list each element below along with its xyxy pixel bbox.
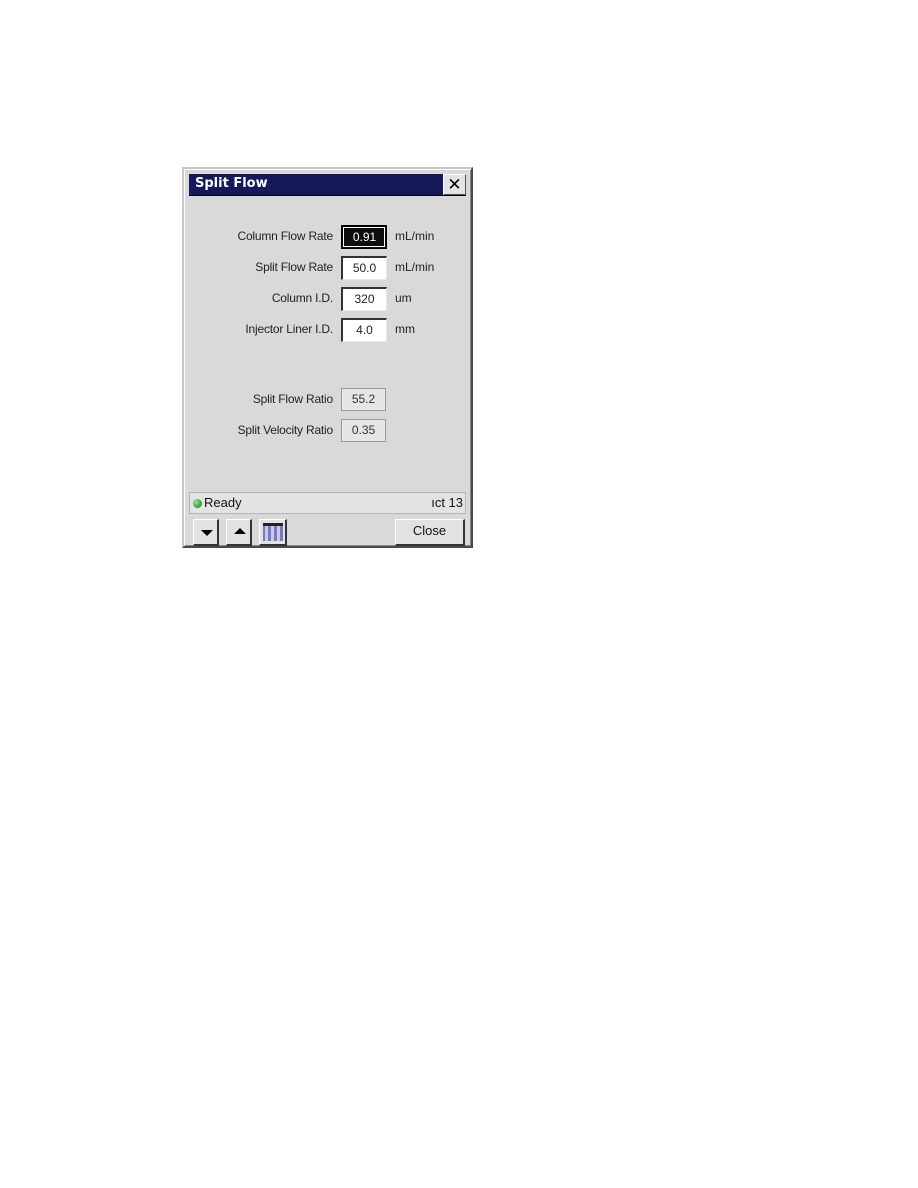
split-flow-ratio-value: 55.2 (341, 388, 386, 411)
scroll-down-button[interactable] (193, 519, 219, 546)
scroll-up-button[interactable] (226, 519, 252, 546)
arrow-up-icon (234, 528, 246, 534)
column-flow-rate-unit: mL/min (395, 229, 435, 243)
arrow-down-icon (201, 530, 213, 536)
column-id-unit: um (395, 291, 412, 305)
calculator-icon (263, 523, 283, 541)
column-id-field[interactable]: 320 (341, 287, 387, 311)
split-flow-dialog: Split Flow ✕ Column Flow Rate 0.91 mL/mi… (182, 167, 473, 548)
close-window-button[interactable]: ✕ (443, 174, 466, 195)
injector-liner-id-label: Injector Liner I.D. (245, 322, 333, 336)
injector-liner-id-unit: mm (395, 322, 415, 336)
close-icon: ✕ (447, 175, 462, 194)
split-flow-rate-row: Split Flow Rate 50.0 mL/min (184, 256, 471, 280)
column-flow-rate-field[interactable]: 0.91 (341, 225, 387, 249)
status-right-text: ıct 13 (431, 495, 463, 510)
column-flow-rate-row: Column Flow Rate 0.91 mL/min (184, 225, 471, 249)
status-indicator-icon (193, 499, 202, 508)
split-flow-rate-unit: mL/min (395, 260, 435, 274)
close-button-label: Close (412, 523, 447, 538)
injector-liner-id-field[interactable]: 4.0 (341, 318, 387, 342)
injector-liner-id-row: Injector Liner I.D. 4.0 mm (184, 318, 471, 342)
column-id-row: Column I.D. 320 um (184, 287, 471, 311)
column-flow-rate-label: Column Flow Rate (237, 229, 333, 243)
calculator-button[interactable] (259, 519, 287, 546)
column-id-label: Column I.D. (271, 291, 333, 305)
window-title: Split Flow (195, 176, 268, 191)
split-flow-ratio-label: Split Flow Ratio (252, 392, 333, 406)
split-velocity-ratio-row: Split Velocity Ratio 0.35 (184, 419, 471, 443)
title-bar[interactable]: Split Flow ✕ (189, 174, 466, 196)
split-velocity-ratio-label: Split Velocity Ratio (237, 423, 334, 437)
split-flow-rate-label: Split Flow Rate (255, 260, 333, 274)
split-flow-ratio-row: Split Flow Ratio 55.2 (184, 388, 471, 412)
status-text: Ready (204, 495, 242, 510)
split-flow-rate-field[interactable]: 50.0 (341, 256, 387, 280)
status-bar: Ready ıct 13 (189, 492, 466, 514)
split-velocity-ratio-value: 0.35 (341, 419, 386, 442)
close-button[interactable]: Close (395, 519, 465, 546)
